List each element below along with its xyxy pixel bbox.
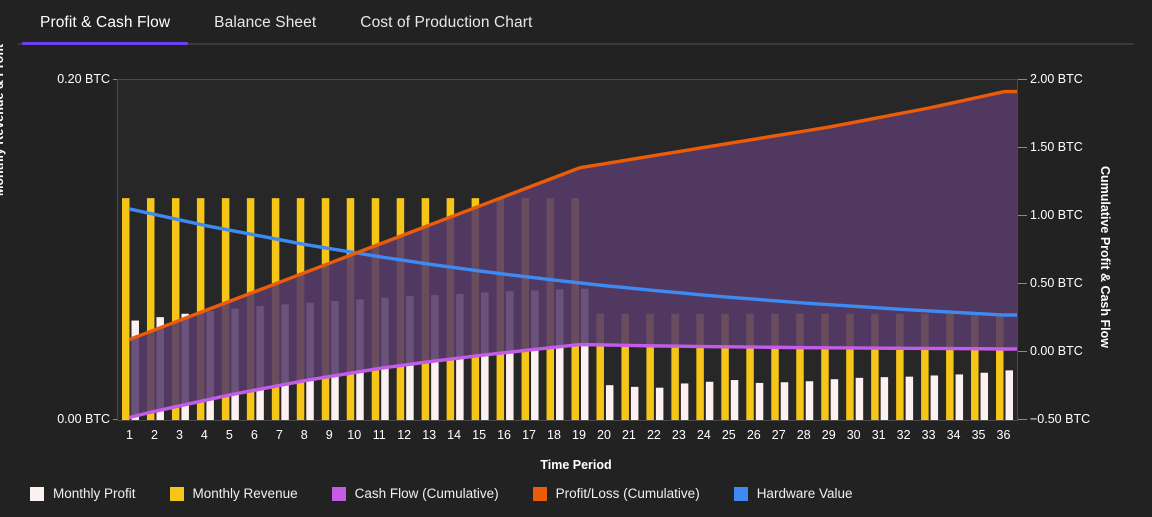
- y-axis-right-tick-label: 2.00 BTC: [1030, 72, 1083, 86]
- tab-list: Profit & Cash FlowBalance SheetCost of P…: [18, 0, 554, 46]
- x-axis-tick-label: 12: [397, 428, 411, 442]
- x-axis-tick-label: 33: [922, 428, 936, 442]
- y-axis-right-title: Cumulative Profit & Cash Flow: [1098, 166, 1112, 348]
- x-axis-tick-label: 36: [997, 428, 1011, 442]
- y-axis-left-tick-label: 0.00 BTC: [57, 412, 110, 426]
- x-axis-tick-label: 21: [622, 428, 636, 442]
- plot-area: [117, 79, 1018, 421]
- x-axis-tick-label: 3: [176, 428, 183, 442]
- x-axis-tick-label: 7: [276, 428, 283, 442]
- bar-monthly-profit: [981, 373, 988, 420]
- bar-monthly-profit: [906, 377, 913, 420]
- x-axis-tick-label: 26: [747, 428, 761, 442]
- y-axis-right-tick-label: 1.00 BTC: [1030, 208, 1083, 222]
- legend-swatch-icon: [332, 487, 346, 501]
- y-axis-right-tick-label: 0.50 BTC: [1030, 276, 1083, 290]
- bar-monthly-profit: [731, 380, 738, 420]
- x-axis-tick-label: 22: [647, 428, 661, 442]
- tab-profit-cash-flow[interactable]: Profit & Cash Flow: [18, 1, 192, 45]
- bar-monthly-profit: [806, 381, 813, 420]
- x-axis-tick-label: 10: [347, 428, 361, 442]
- tab-cost-of-production-chart[interactable]: Cost of Production Chart: [338, 1, 554, 45]
- legend-item-label: Hardware Value: [757, 486, 853, 501]
- bar-monthly-profit: [681, 383, 688, 420]
- x-axis-tick-label: 23: [672, 428, 686, 442]
- bar-monthly-profit: [881, 377, 888, 420]
- x-axis-tick-label: 16: [497, 428, 511, 442]
- y-axis-right-tick-label: 1.50 BTC: [1030, 140, 1083, 154]
- x-axis-tick-label: 20: [597, 428, 611, 442]
- x-axis-tick-label: 19: [572, 428, 586, 442]
- app-root: Profit & Cash FlowBalance SheetCost of P…: [0, 0, 1152, 517]
- legend-item[interactable]: Monthly Revenue: [170, 486, 298, 501]
- bar-monthly-profit: [856, 378, 863, 420]
- bar-monthly-profit: [606, 385, 613, 420]
- legend-swatch-icon: [734, 487, 748, 501]
- x-axis-tick-label: 32: [897, 428, 911, 442]
- bar-monthly-profit: [631, 387, 638, 420]
- legend-item[interactable]: Monthly Profit: [30, 486, 136, 501]
- legend-item-label: Cash Flow (Cumulative): [355, 486, 499, 501]
- y-axis-left-tick-label: 0.20 BTC: [57, 72, 110, 86]
- x-axis-tick-label: 2: [151, 428, 158, 442]
- bar-monthly-profit: [831, 379, 838, 420]
- tab-active-indicator: [22, 42, 188, 45]
- legend-swatch-icon: [170, 487, 184, 501]
- y-axis-left-title: Monthly Revenue & Profit: [0, 44, 6, 196]
- x-axis-tick-label: 25: [722, 428, 736, 442]
- x-axis-tick-label: 4: [201, 428, 208, 442]
- x-axis-tick-label: 24: [697, 428, 711, 442]
- x-axis-tick-label: 35: [972, 428, 986, 442]
- legend-swatch-icon: [30, 487, 44, 501]
- x-axis-tick-label: 27: [772, 428, 786, 442]
- x-axis-tick-label: 11: [373, 428, 386, 442]
- legend-swatch-icon: [533, 487, 547, 501]
- bar-monthly-profit: [781, 382, 788, 420]
- legend-item[interactable]: Profit/Loss (Cumulative): [533, 486, 700, 501]
- x-axis-tick-label: 14: [447, 428, 461, 442]
- bar-monthly-profit: [956, 374, 963, 420]
- x-axis-tick-label: 8: [301, 428, 308, 442]
- x-axis-tick-label: 17: [522, 428, 536, 442]
- y-axis-right-tick-label: 0.00 BTC: [1030, 344, 1083, 358]
- bar-monthly-profit: [656, 388, 663, 420]
- x-axis-tick-label: 13: [422, 428, 436, 442]
- x-axis-tick-label: 18: [547, 428, 561, 442]
- x-axis-tick-label: 30: [847, 428, 861, 442]
- chart-legend: Monthly Profit Monthly Revenue Cash Flow (…: [0, 486, 1152, 501]
- x-axis-tick-label: 34: [947, 428, 961, 442]
- tab-balance-sheet[interactable]: Balance Sheet: [192, 1, 338, 45]
- x-axis-tick-label: 9: [326, 428, 333, 442]
- bar-monthly-revenue: [122, 198, 129, 420]
- x-axis-tick-label: 29: [822, 428, 836, 442]
- x-axis-tick-label: 5: [226, 428, 233, 442]
- bar-monthly-profit: [756, 383, 763, 420]
- y-axis-right-tick-label: −0.50 BTC: [1030, 412, 1090, 426]
- bar-monthly-profit: [1006, 370, 1013, 420]
- chart-container: Monthly Revenue & Profit Cumulative Prof…: [0, 46, 1152, 517]
- x-axis-tick-label: 1: [126, 428, 133, 442]
- plot-svg: [118, 80, 1017, 420]
- legend-item-label: Profit/Loss (Cumulative): [556, 486, 700, 501]
- bar-monthly-profit: [706, 382, 713, 420]
- x-axis-tick-label: 28: [797, 428, 811, 442]
- x-axis-tick-label: 15: [472, 428, 486, 442]
- x-axis-title: Time Period: [0, 458, 1152, 472]
- x-axis-tick-label: 6: [251, 428, 258, 442]
- legend-item[interactable]: Hardware Value: [734, 486, 853, 501]
- legend-item-label: Monthly Profit: [53, 486, 136, 501]
- tab-bar: Profit & Cash FlowBalance SheetCost of P…: [0, 0, 1152, 46]
- legend-item[interactable]: Cash Flow (Cumulative): [332, 486, 499, 501]
- legend-item-label: Monthly Revenue: [193, 486, 298, 501]
- bar-monthly-profit: [931, 375, 938, 420]
- x-axis-tick-label: 31: [872, 428, 886, 442]
